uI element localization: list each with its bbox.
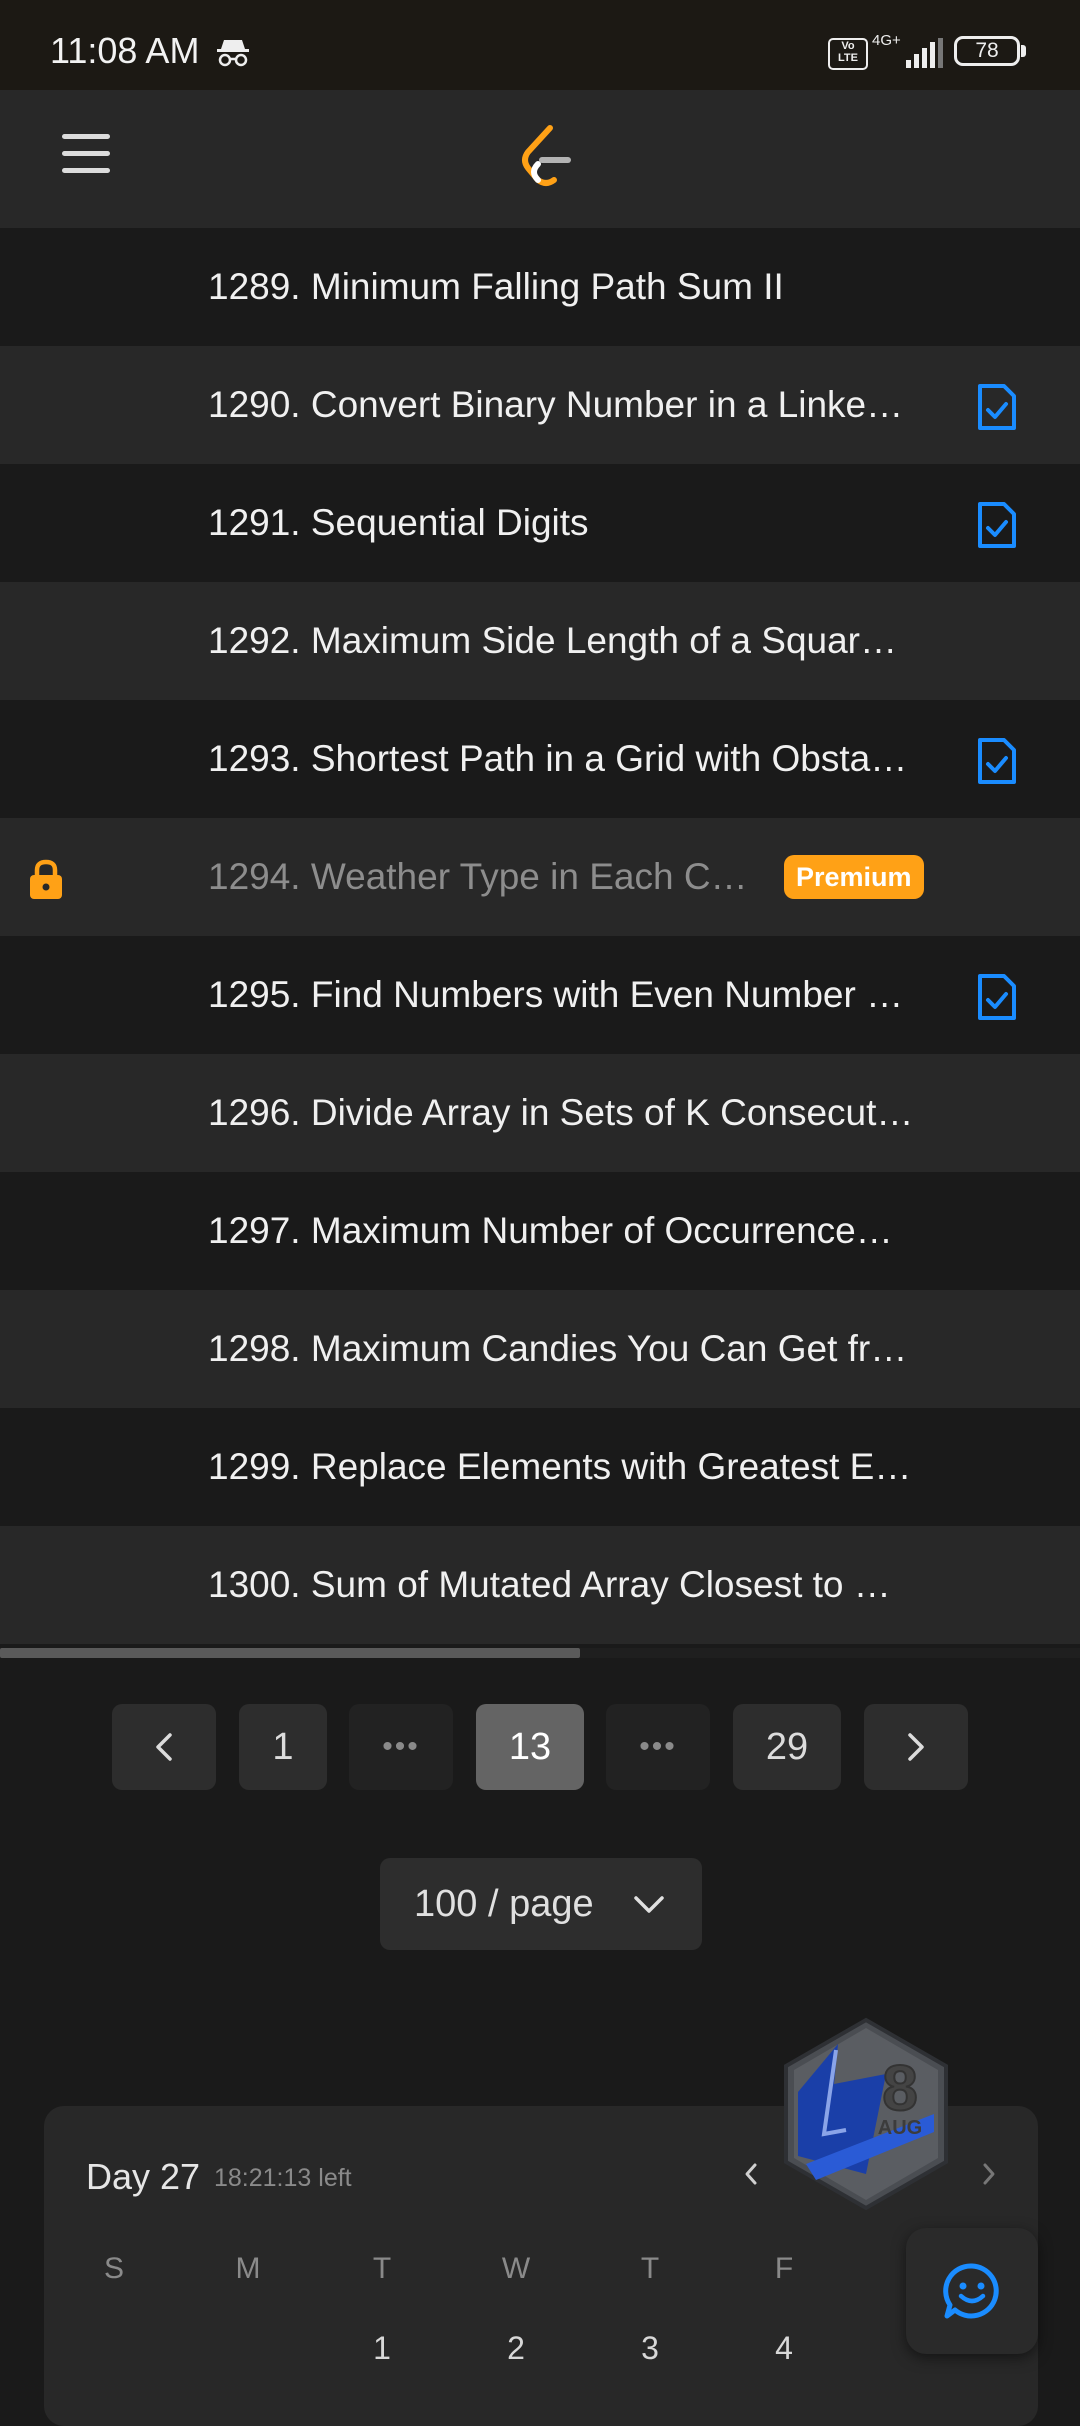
chevron-right-icon [908, 1733, 924, 1761]
solved-check-icon [978, 738, 1016, 784]
problem-row[interactable]: 1289. Minimum Falling Path Sum II [0, 228, 1080, 346]
current-page-button[interactable]: 13 [476, 1704, 584, 1790]
battery-tip [1021, 45, 1026, 57]
problem-title[interactable]: 1293. Shortest Path in a Grid with Obsta… [208, 700, 907, 818]
problem-title[interactable]: 1295. Find Numbers with Even Number … [208, 936, 903, 1054]
calendar-date[interactable]: 1 [362, 2330, 402, 2367]
page-button[interactable]: 1 [239, 1704, 327, 1790]
problem-row[interactable]: 1291. Sequential Digits [0, 464, 1080, 582]
problem-row-locked[interactable]: 1294. Weather Type in Each C… Premium [0, 818, 1080, 936]
calendar-time-left: 18:21:13 left [214, 2164, 352, 2192]
problem-title[interactable]: 1297. Maximum Number of Occurrence… [208, 1172, 893, 1290]
problem-row[interactable]: 1298. Maximum Candies You Can Get fr… [0, 1290, 1080, 1408]
badge-month: AUG [878, 2117, 922, 2139]
lock-icon [30, 859, 62, 899]
problem-list: 1289. Minimum Falling Path Sum II 1290. … [0, 228, 1080, 1644]
solved-check-icon [978, 974, 1016, 1020]
problem-row[interactable]: 1290. Convert Binary Number in a Linke… [0, 346, 1080, 464]
problem-title[interactable]: 1296. Divide Array in Sets of K Consecut… [208, 1054, 913, 1172]
calendar-date[interactable]: 2 [496, 2330, 536, 2367]
page-size-select[interactable]: 100 / page [380, 1858, 702, 1950]
weekday-label: F [774, 2252, 794, 2285]
smiley-chat-icon [943, 2263, 999, 2319]
monthly-badge-icon[interactable]: 8 AUG [776, 2014, 956, 2214]
horizontal-scrollbar[interactable] [0, 1648, 1080, 1658]
page-button[interactable]: 29 [733, 1704, 841, 1790]
page-size-value: 100 / page [414, 1883, 594, 1925]
badge-day: 8 [882, 2052, 918, 2124]
problem-row[interactable]: 1293. Shortest Path in a Grid with Obsta… [0, 700, 1080, 818]
scrollbar-thumb[interactable] [0, 1648, 580, 1658]
weekday-label: W [501, 2252, 531, 2285]
hamburger-menu-icon[interactable] [62, 134, 110, 184]
problem-row[interactable]: 1296. Divide Array in Sets of K Consecut… [0, 1054, 1080, 1172]
prev-page-button[interactable] [112, 1704, 216, 1790]
problem-row[interactable]: 1292. Maximum Side Length of a Squar… [0, 582, 1080, 700]
status-bar: 11:08 AM Vo LTE 4G+ 78 [0, 0, 1080, 90]
weekday-label: T [640, 2252, 660, 2285]
chevron-down-icon [634, 1896, 664, 1913]
app-header [0, 90, 1080, 228]
problem-row[interactable]: 1300. Sum of Mutated Array Closest to … [0, 1526, 1080, 1644]
weekday-label: M [235, 2252, 261, 2285]
problem-title[interactable]: 1291. Sequential Digits [208, 464, 589, 582]
calendar-next-icon[interactable] [978, 2160, 1000, 2188]
problem-title[interactable]: 1299. Replace Elements with Greatest E… [208, 1408, 911, 1526]
problem-title[interactable]: 1294. Weather Type in Each C… [208, 818, 748, 936]
incognito-icon [217, 40, 249, 67]
calendar-day-label: Day 27 [86, 2156, 201, 2197]
problem-title[interactable]: 1290. Convert Binary Number in a Linke… [208, 346, 903, 464]
problem-title[interactable]: 1300. Sum of Mutated Array Closest to … [208, 1526, 891, 1644]
leetcode-logo[interactable] [516, 124, 576, 188]
feedback-chat-button[interactable] [906, 2228, 1038, 2354]
problem-title[interactable]: 1298. Maximum Candies You Can Get fr… [208, 1290, 907, 1408]
signal-strength-icon [906, 38, 943, 68]
chevron-left-icon [156, 1733, 172, 1761]
volte-indicator: Vo LTE [828, 38, 868, 70]
solved-check-icon [978, 502, 1016, 548]
problem-row[interactable]: 1299. Replace Elements with Greatest E… [0, 1408, 1080, 1526]
calendar-date[interactable]: 4 [764, 2330, 804, 2367]
solved-check-icon [978, 384, 1016, 430]
problem-title[interactable]: 1289. Minimum Falling Path Sum II [208, 228, 784, 346]
battery-indicator: 78 [954, 36, 1020, 66]
problem-row[interactable]: 1297. Maximum Number of Occurrence… [0, 1172, 1080, 1290]
status-time: 11:08 AM [50, 30, 200, 71]
calendar-date[interactable]: 3 [630, 2330, 670, 2367]
network-type: 4G+ [872, 32, 901, 49]
weekday-label: S [103, 2252, 124, 2285]
weekday-label: T [372, 2252, 392, 2285]
next-page-button[interactable] [864, 1704, 968, 1790]
calendar-prev-icon[interactable] [740, 2160, 762, 2188]
page-ellipsis[interactable]: ••• [606, 1704, 710, 1790]
premium-badge: Premium [784, 855, 924, 899]
problem-row[interactable]: 1295. Find Numbers with Even Number … [0, 936, 1080, 1054]
problem-title[interactable]: 1292. Maximum Side Length of a Squar… [208, 582, 897, 700]
page-ellipsis[interactable]: ••• [349, 1704, 453, 1790]
